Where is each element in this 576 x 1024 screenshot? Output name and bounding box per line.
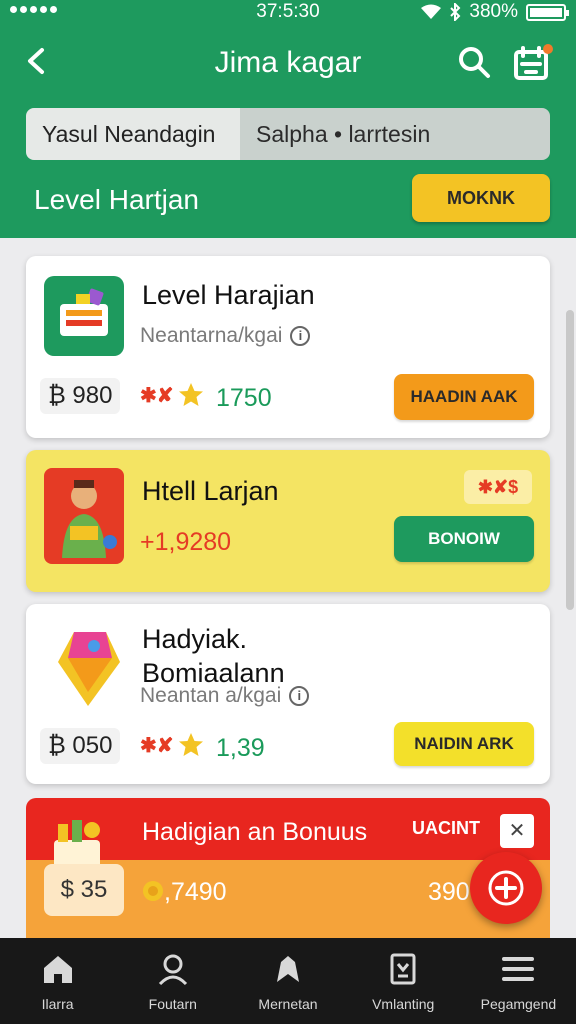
card-title: Htell Larjan [142,476,279,506]
card-price: ₿ 980 [40,378,121,414]
card-amount: +1,9280 [140,528,232,556]
card-score: 1,39 [216,734,265,762]
battery-icon [526,3,569,21]
character-thumbnail [44,468,124,564]
location-icon [277,956,299,982]
card-score: 1750 [216,384,272,412]
add-fab-button[interactable] [470,852,542,924]
star-icon [178,383,203,406]
basket-icon [44,276,124,356]
tab-second[interactable]: Salpha • larrtesin [240,108,550,160]
nav-label: Mernetan [258,996,318,1012]
badge-text: ✱✘ [140,384,174,407]
badge-group: ✱✘ [140,732,204,758]
bluetooth-icon [450,3,461,21]
banner-title: Hadigian an Bonuus [142,818,368,846]
calendar-notification-icon[interactable] [512,42,554,82]
card-title: Level Harajian [142,280,315,310]
reward-card[interactable]: Level Harajian Neantarna/kgai i ₿ 980 ✱✘ … [26,256,550,438]
reward-card-highlight[interactable]: Htell Larjan +1,9280 ✱✘$ BONOIW [26,450,550,592]
close-icon[interactable]: ✕ [500,814,534,848]
scrollbar[interactable] [566,310,574,610]
search-icon[interactable] [456,44,492,80]
banner-amount-right: 390 [428,878,470,906]
level-label: Level Hartjan [34,184,199,215]
nav-label: Foutarn [148,996,197,1012]
card-subtitle-text: Neantan a/kgai [140,684,282,707]
nav-item-home[interactable]: Ilarra [0,938,115,1024]
nav-item-location[interactable]: Mernetan [230,938,345,1024]
battery-percent: 380% [469,1,518,22]
badge-group: ✱✘ [140,382,204,408]
menu-icon [502,957,535,981]
bottom-navigation: Ilarra Foutarn Mernetan Vmlanting Pegamg… [0,938,576,1024]
reward-card[interactable]: Hadyiak. Bomiaalann Neantan a/kgai i ₿ 05… [26,604,550,784]
plus-icon [488,870,524,906]
card-subtitle: Neantarna/kgai i [140,324,311,348]
header-action-button[interactable]: MOKNK [412,174,550,222]
nav-label: Ilarra [41,996,74,1012]
info-icon[interactable]: i [289,686,310,706]
app-header: Jima kagar Yasul Neandagin Salpha • larr… [0,24,576,238]
banner-price: $ 35 [44,864,124,916]
wifi-icon [421,4,442,19]
home-icon [43,956,72,983]
document-icon [390,953,416,985]
card-title-line1: Hadyiak. [142,624,248,654]
bonus-banner[interactable]: Hadigian an Bonuus UACINT ✕ $ 35 ,7490 3… [26,798,550,938]
card-title: Hadyiak. Bomiaalann [142,622,285,690]
nav-label: Pegamgend [480,996,557,1012]
gem-icon [58,632,120,706]
card-action-button[interactable]: NAIDIN ARK [394,722,534,766]
nav-item-menu[interactable]: Pegamgend [461,938,576,1024]
nav-label: Vmlanting [372,996,435,1012]
nav-item-document[interactable]: Vmlanting [346,938,461,1024]
card-subtitle-text: Neantarna/kgai [140,324,283,347]
coin-icon [143,881,163,901]
star-icon [178,733,203,756]
banner-amount: ,7490 [164,878,227,906]
segment-tabs: Yasul Neandagin Salpha • larrtesin [26,108,550,160]
badge-tag: ✱✘$ [464,470,532,504]
banner-tag: UACINT [412,818,480,838]
nav-item-search[interactable]: Foutarn [115,938,230,1024]
card-action-button[interactable]: BONOIW [394,516,534,562]
tab-first[interactable]: Yasul Neandagin [26,108,240,160]
info-icon[interactable]: i [290,326,311,346]
status-bar: 37:5:30 380% [0,0,576,24]
card-price: ₿ 050 [40,728,121,764]
card-action-button[interactable]: HAADIN AAK [394,374,534,420]
user-search-icon [158,954,187,986]
badge-text: ✱✘ [140,734,174,757]
card-subtitle: Neantan a/kgai i [140,684,310,708]
